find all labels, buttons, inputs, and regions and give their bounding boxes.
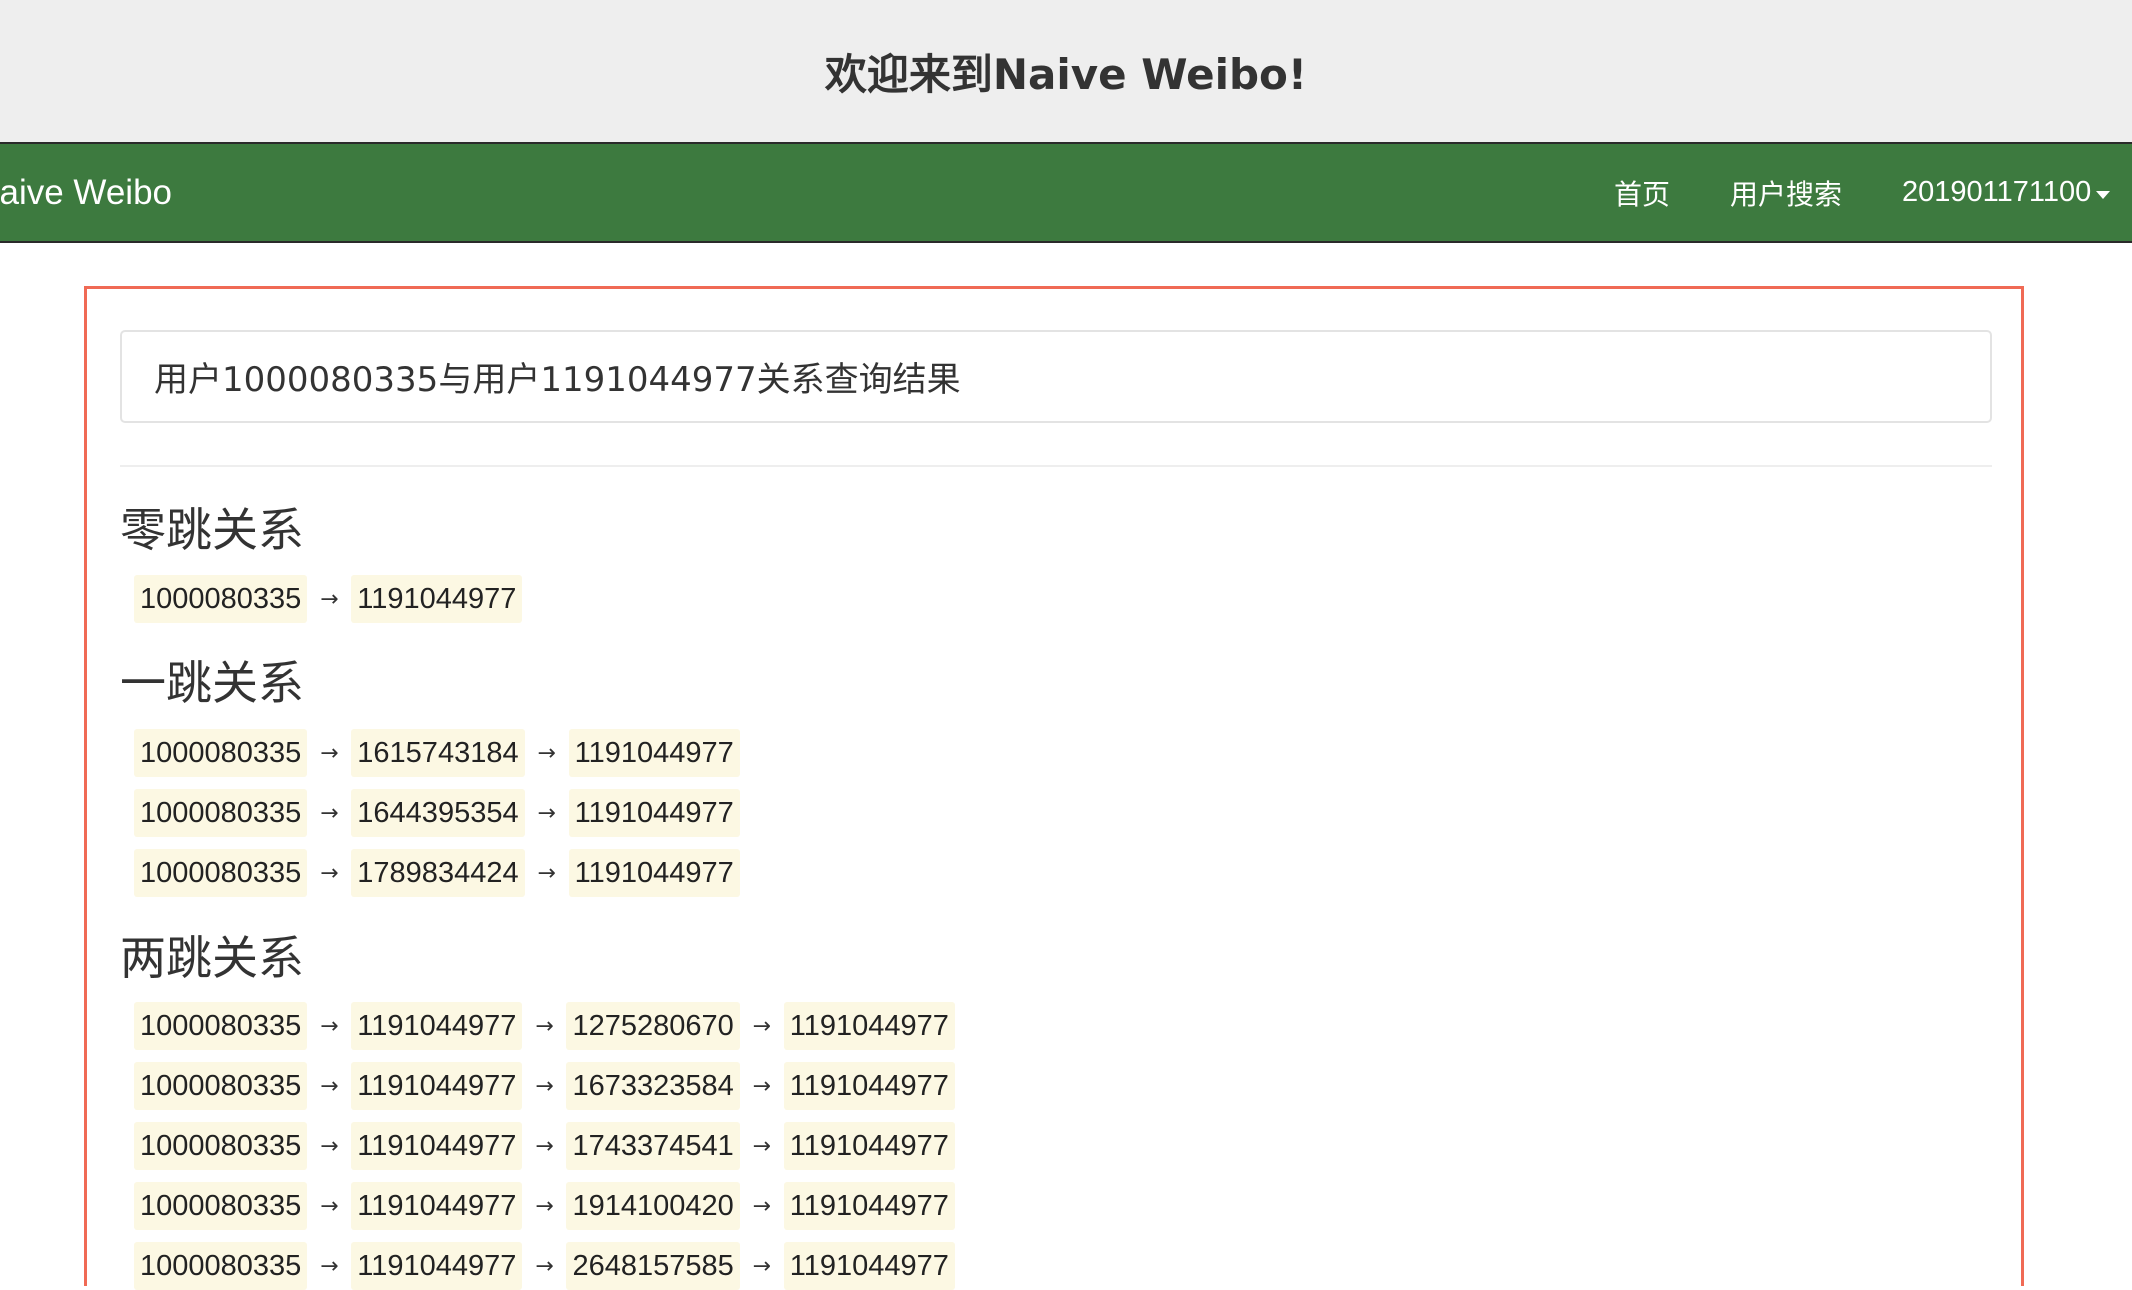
welcome-banner: 欢迎来到Naive Weibo!: [0, 0, 2132, 142]
path-row: 1000080335 → 1191044977 → 1743374541 → 1…: [134, 1122, 955, 1170]
arrow-icon: →: [320, 586, 339, 612]
arrow-icon: →: [535, 1013, 554, 1039]
arrow-icon: →: [320, 1133, 339, 1159]
user-id-chip[interactable]: 1191044977: [783, 1062, 955, 1110]
user-id-chip[interactable]: 1191044977: [351, 1002, 523, 1050]
user-id-chip[interactable]: 1673323584: [566, 1062, 740, 1110]
caret-down-icon: [2096, 190, 2111, 199]
divider: [120, 465, 1992, 467]
welcome-title: 欢迎来到Naive Weibo!: [824, 49, 1308, 99]
user-id-chip[interactable]: 1000080335: [134, 789, 308, 837]
query-title: 用户1000080335与用户1191044977关系查询结果: [154, 360, 961, 400]
user-id-chip[interactable]: 1615743184: [351, 729, 525, 777]
user-id-chip[interactable]: 2648157585: [566, 1242, 740, 1290]
user-id-chip[interactable]: 1191044977: [351, 1062, 523, 1110]
arrow-icon: →: [320, 1253, 339, 1279]
nav-home-link[interactable]: 首页: [1614, 144, 1670, 241]
path-row: 1000080335 → 1644395354 → 1191044977: [134, 789, 740, 837]
arrow-icon: →: [537, 800, 556, 826]
arrow-icon: →: [320, 1193, 339, 1219]
arrow-icon: →: [535, 1073, 554, 1099]
arrow-icon: →: [320, 1073, 339, 1099]
arrow-icon: →: [537, 740, 556, 766]
path-row: 1000080335 → 1191044977 → 1914100420 → 1…: [134, 1182, 955, 1230]
nav-home-label: 首页: [1614, 177, 1671, 211]
user-id-chip[interactable]: 1191044977: [351, 1242, 523, 1290]
navbar: Naive Weibo 首页 用户搜索 201901171100: [0, 142, 2132, 243]
query-title-box: 用户1000080335与用户1191044977关系查询结果: [120, 330, 1992, 423]
section-title-two-hop: 两跳关系: [120, 931, 304, 985]
arrow-icon: →: [320, 860, 339, 886]
section-title-one-hop: 一跳关系: [120, 656, 304, 710]
user-id-chip[interactable]: 1191044977: [351, 1122, 523, 1170]
arrow-icon: →: [537, 860, 556, 886]
relation-result-panel: 用户1000080335与用户1191044977关系查询结果 零跳关系 100…: [84, 286, 2024, 1290]
nav-user-search-link[interactable]: 用户搜索: [1730, 144, 1842, 241]
user-id-chip[interactable]: 1000080335: [134, 1002, 308, 1050]
arrow-icon: →: [752, 1253, 771, 1279]
user-menu-dropdown[interactable]: 201901171100: [1902, 144, 2111, 241]
user-id-chip[interactable]: 1914100420: [566, 1182, 740, 1230]
user-id-chip[interactable]: 1191044977: [783, 1122, 955, 1170]
user-id-chip[interactable]: 1191044977: [568, 789, 740, 837]
username-label: 201901171100: [1902, 176, 2092, 208]
user-id-chip[interactable]: 1789834424: [351, 849, 525, 897]
path-row: 1000080335 → 1615743184 → 1191044977: [134, 729, 740, 777]
arrow-icon: →: [320, 1013, 339, 1039]
arrow-icon: →: [320, 800, 339, 826]
arrow-icon: →: [535, 1253, 554, 1279]
path-row: 1000080335 → 1191044977 → 2648157585 → 1…: [134, 1242, 955, 1290]
arrow-icon: →: [752, 1073, 771, 1099]
user-id-chip[interactable]: 1000080335: [134, 1062, 308, 1110]
user-id-chip[interactable]: 1000080335: [134, 1122, 308, 1170]
user-id-chip[interactable]: 1644395354: [351, 789, 525, 837]
section-title-zero-hop: 零跳关系: [120, 503, 304, 557]
path-row: 1000080335 → 1191044977 → 1275280670 → 1…: [134, 1002, 955, 1050]
user-id-chip[interactable]: 1275280670: [566, 1002, 740, 1050]
user-id-chip[interactable]: 1000080335: [134, 849, 308, 897]
arrow-icon: →: [752, 1133, 771, 1159]
user-id-chip[interactable]: 1000080335: [134, 575, 308, 623]
path-row: 1000080335 → 1789834424 → 1191044977: [134, 849, 740, 897]
arrow-icon: →: [752, 1193, 771, 1219]
user-id-chip[interactable]: 1000080335: [134, 729, 308, 777]
arrow-icon: →: [752, 1013, 771, 1039]
navbar-brand[interactable]: Naive Weibo: [0, 144, 172, 241]
nav-user-search-label: 用户搜索: [1730, 177, 1843, 211]
path-row: 1000080335 → 1191044977 → 1673323584 → 1…: [134, 1062, 955, 1110]
user-id-chip[interactable]: 1191044977: [351, 1182, 523, 1230]
user-id-chip[interactable]: 1191044977: [568, 729, 740, 777]
path-row: 1000080335 → 1191044977: [134, 575, 523, 623]
user-id-chip[interactable]: 1743374541: [566, 1122, 740, 1170]
user-id-chip[interactable]: 1000080335: [134, 1182, 308, 1230]
user-id-chip[interactable]: 1191044977: [568, 849, 740, 897]
user-id-chip[interactable]: 1191044977: [783, 1002, 955, 1050]
user-id-chip[interactable]: 1000080335: [134, 1242, 308, 1290]
arrow-icon: →: [320, 740, 339, 766]
user-id-chip[interactable]: 1191044977: [783, 1242, 955, 1290]
user-id-chip[interactable]: 1191044977: [783, 1182, 955, 1230]
arrow-icon: →: [535, 1133, 554, 1159]
user-id-chip[interactable]: 1191044977: [351, 575, 523, 623]
arrow-icon: →: [535, 1193, 554, 1219]
